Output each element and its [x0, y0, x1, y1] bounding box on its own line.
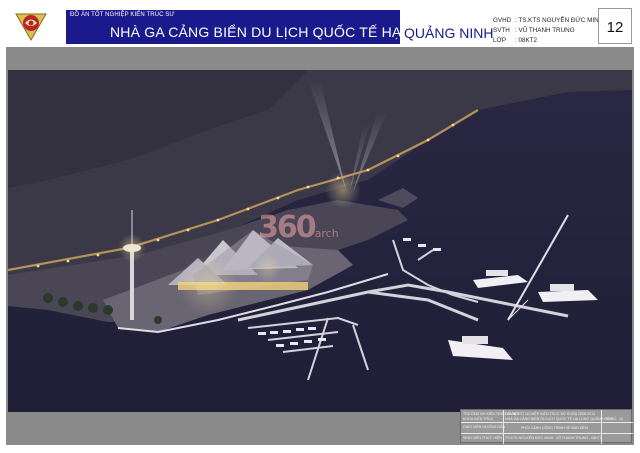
title-block: TRƯỜNG ĐH KIẾN TRÚC HÀ NỘI KHOA KIẾN TRÚ…	[460, 409, 633, 444]
university-logo	[12, 10, 50, 42]
night-perspective-render: 360arch	[8, 70, 632, 412]
tb-sheet-no: 12	[619, 417, 623, 421]
tb-project-line1: ĐỒ ÁN TỐT NGHIỆP KIẾN TRÚC SƯ KHÓA 2008-…	[505, 412, 596, 416]
page-number-box: 12	[598, 8, 632, 44]
school-label: ĐỒ ÁN TỐT NGHIỆP KIẾN TRÚC SƯ	[70, 12, 175, 18]
tb-label-advisor: GIÁO VIÊN HƯỚNG DẪN	[463, 425, 506, 429]
tb-project-line2: NHÀ GA CẢNG BIỂN DU LỊCH QUỐC TẾ HẠ LONG…	[505, 417, 614, 421]
tb-drawing-name: PHỐI CẢNH CÔNG TRÌNH VỀ BAN ĐÊM	[521, 426, 588, 430]
project-title-location: QUẢNG NINH	[404, 25, 494, 41]
presentation-sheet: ĐỒ ÁN TỐT NGHIỆP KIẾN TRÚC SƯ NHÀ GA CẢN…	[0, 0, 640, 453]
sheet-header: ĐỒ ÁN TỐT NGHIỆP KIẾN TRÚC SƯ NHÀ GA CẢN…	[6, 6, 634, 46]
page-number: 12	[606, 19, 624, 36]
credit-class: LỚP : 08KT2	[493, 37, 538, 44]
tb-advisor: TS.KTS NGUYỄN ĐỨC MINH	[505, 436, 554, 440]
watermark-suffix: arch	[314, 227, 339, 240]
title-banner: ĐỒ ÁN TỐT NGHIỆP KIẾN TRÚC SƯ NHÀ GA CẢN…	[66, 10, 446, 44]
watermark-number: 360	[258, 210, 317, 245]
tb-label-faculty: KHOA KIẾN TRÚC	[463, 417, 494, 421]
tb-sheet-label: TỜ SỐ	[605, 417, 617, 421]
tb-student: VŨ THANH TRUNG - 08KT2	[556, 436, 602, 440]
project-title: NHÀ GA CẢNG BIỂN DU LỊCH QUỐC TẾ HẠ LONG	[110, 24, 447, 40]
watermark: 360arch	[258, 210, 339, 245]
credit-advisor: GVHD : TS.KTS NGUYỄN ĐỨC MINH	[493, 17, 604, 24]
credits-block: GVHD : TS.KTS NGUYỄN ĐỨC MINH SVTH : VŨ …	[493, 16, 603, 46]
tb-label-student: SINH VIÊN THỰC HIỆN	[463, 436, 502, 440]
credit-student: SVTH : VŨ THANH TRUNG	[493, 27, 575, 34]
